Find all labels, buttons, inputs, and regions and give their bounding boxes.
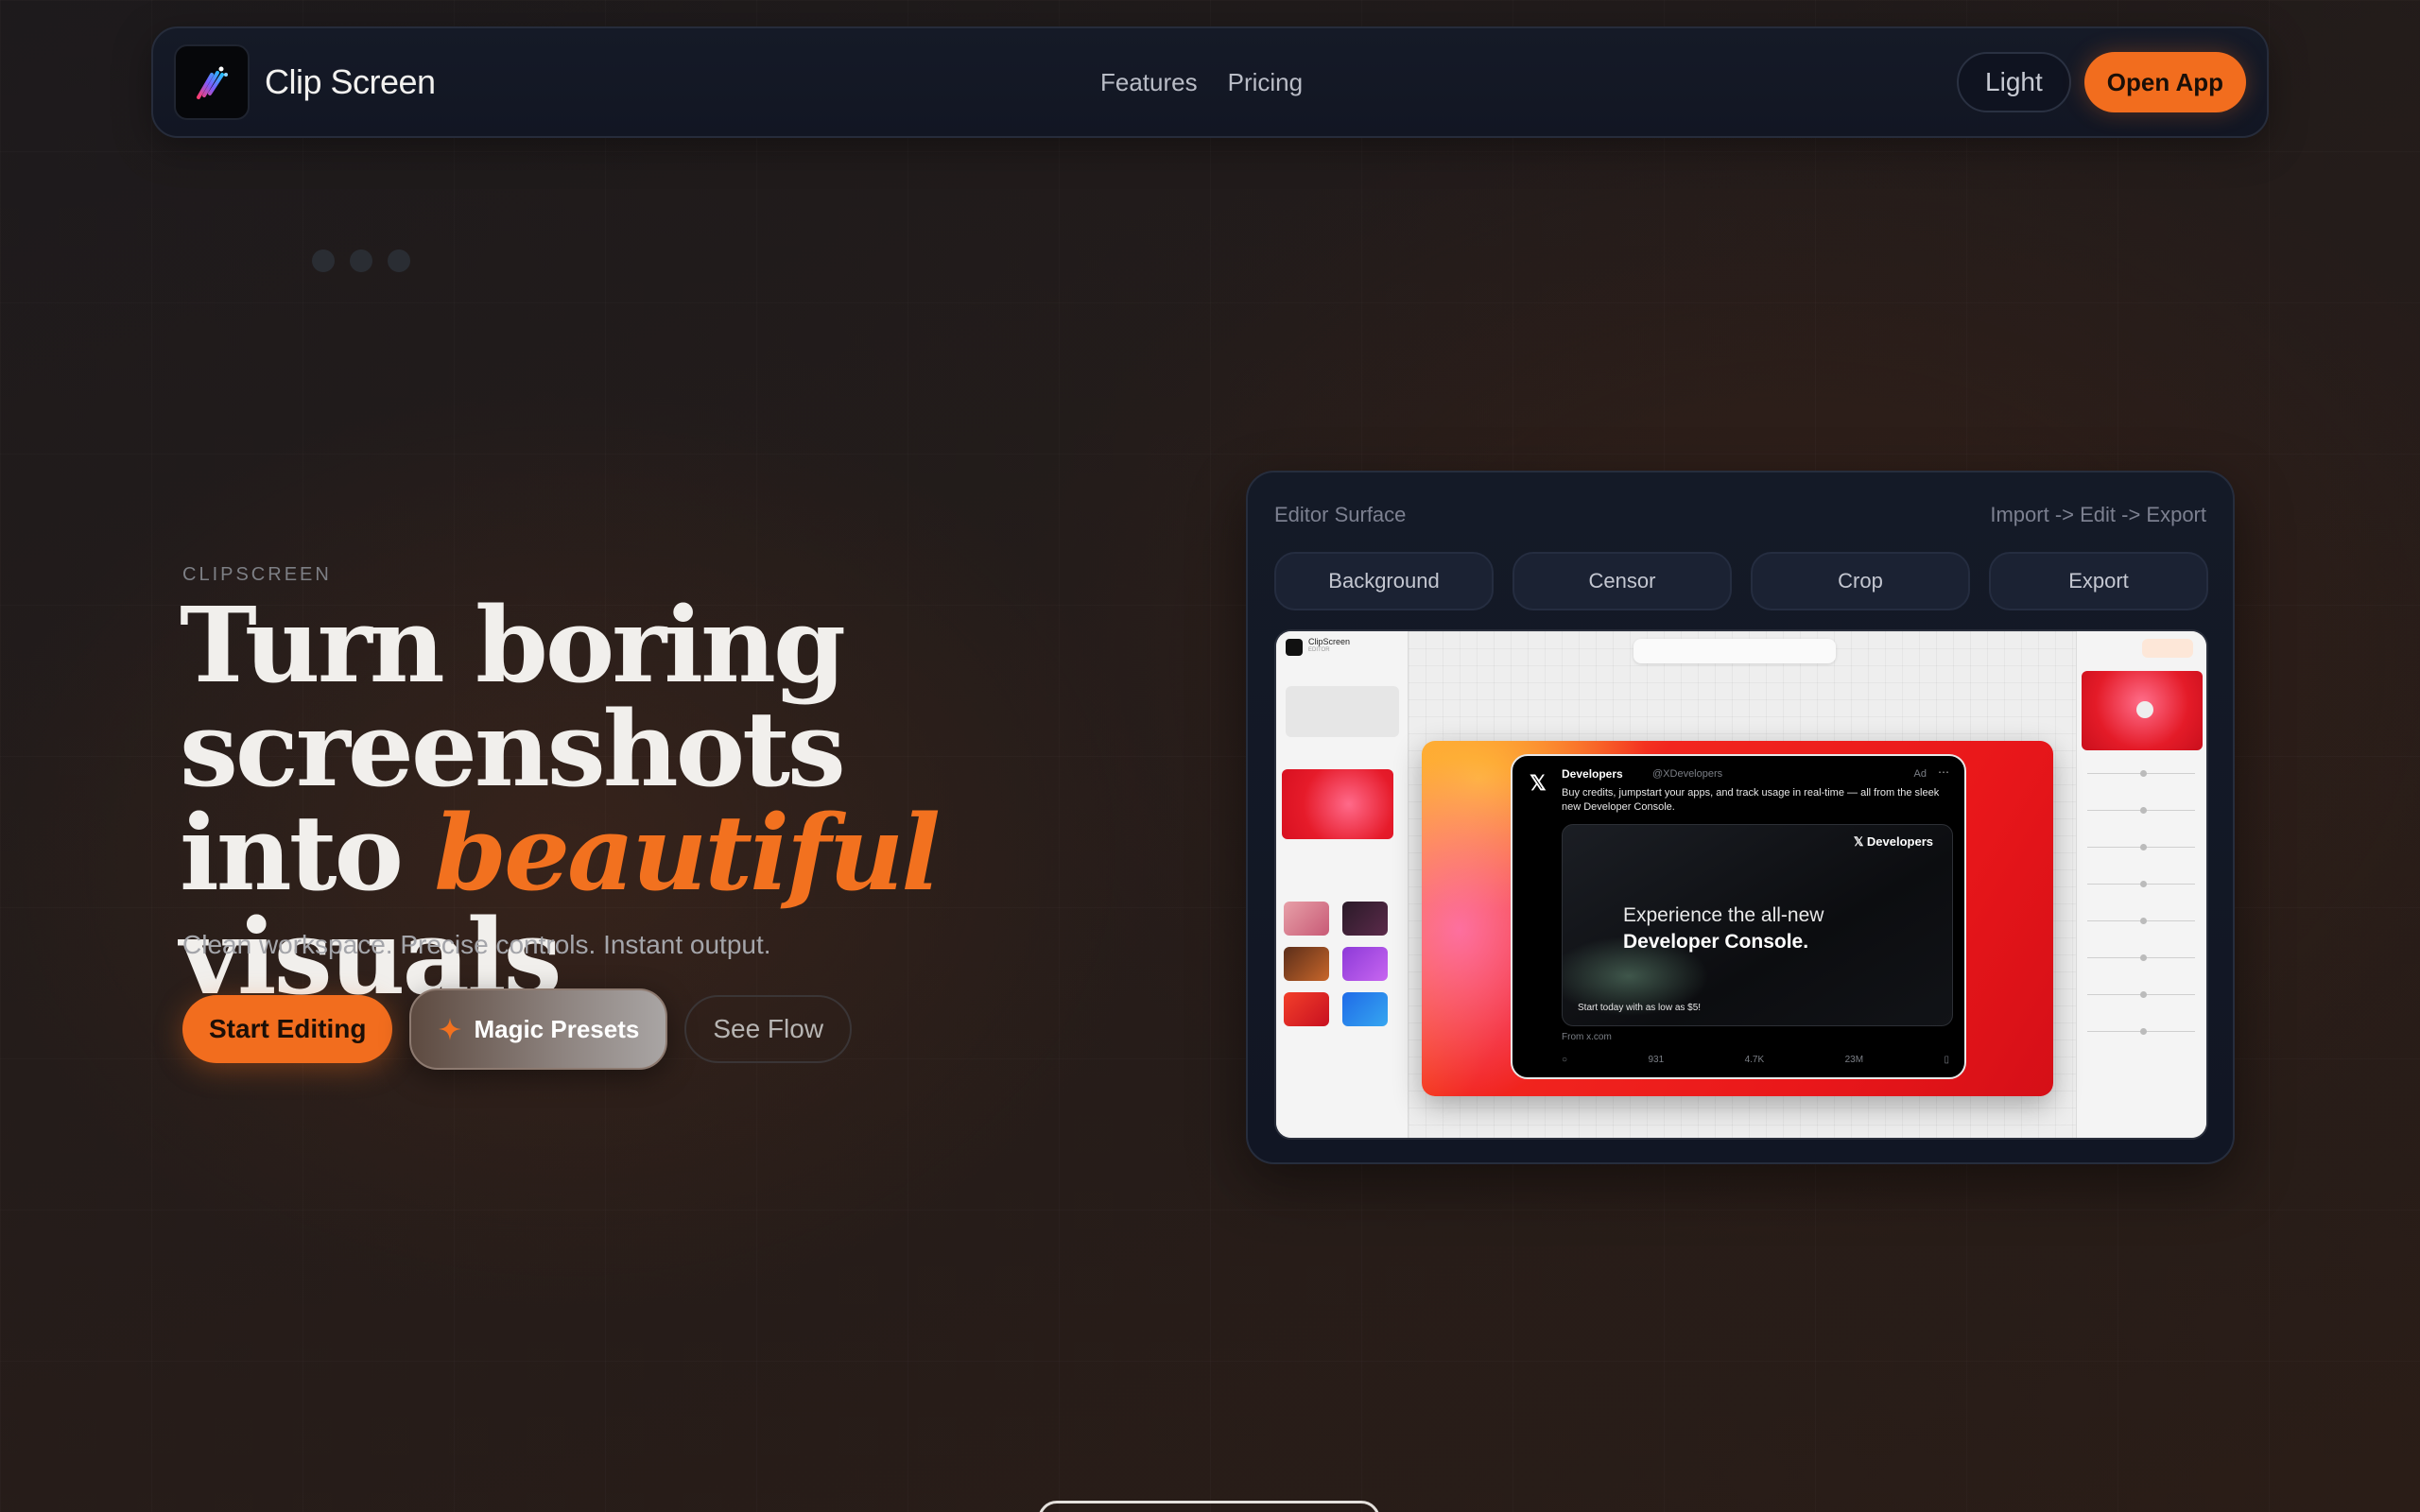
magic-presets-label: Magic Presets (474, 1014, 640, 1043)
dot (312, 249, 335, 272)
tab-background[interactable]: Background (1274, 552, 1494, 610)
hero-subtitle: Clean workspace. Precise controls. Insta… (182, 930, 771, 959)
logo-feather-icon (197, 66, 228, 99)
brand-name[interactable]: Clip Screen (265, 62, 436, 102)
nav-links: Features Pricing (1100, 28, 1303, 136)
preview-background-thumb (1282, 769, 1393, 839)
swatch (1342, 902, 1388, 936)
slider (2087, 807, 2195, 814)
tweet-text: Buy credits, jumpstart your apps, and tr… (1562, 787, 1940, 813)
tab-censor[interactable]: Censor (1512, 552, 1732, 610)
tweet-author: Developers (1562, 767, 1623, 781)
tweet-source: From x.com (1562, 1032, 1612, 1042)
reply-icon: ○ (1562, 1055, 1568, 1065)
x-logo-icon: 𝕏 (1530, 771, 1547, 795)
loading-dots (312, 249, 410, 272)
editor-tabs: Background Censor Crop Export (1274, 552, 2208, 610)
slider (2087, 881, 2195, 887)
swatch (1342, 992, 1388, 1026)
editor-preview-screenshot: ClipScreen EDITOR 𝕏 Developers @XDevelop… (1274, 629, 2208, 1140)
preview-app-sub: EDITOR (1308, 647, 1330, 653)
preview-sliders (2087, 770, 2195, 1068)
slider (2087, 991, 2195, 998)
scroll-indicator (1038, 1501, 1380, 1512)
tweet-card-brand: 𝕏 Developers (1853, 834, 1933, 849)
tweet-card-note: Start today with as low as $5! (1578, 1003, 1702, 1013)
top-nav: Clip Screen Features Pricing Light Open … (151, 26, 2269, 138)
preview-right-thumb (2082, 671, 2203, 750)
start-editing-button[interactable]: Start Editing (182, 995, 393, 1063)
swatch (1284, 902, 1329, 936)
slider (2087, 954, 2195, 961)
tweet-card-line-1: Experience the all-new (1623, 904, 1824, 926)
tweet-media-card: 𝕏 Developers Experience the all-new Deve… (1562, 824, 1953, 1026)
tweet-card: 𝕏 Developers @XDevelopers Ad ⋯ Buy credi… (1511, 754, 1966, 1079)
preview-swatches (1284, 902, 1388, 1026)
preview-artboard: 𝕏 Developers @XDevelopers Ad ⋯ Buy credi… (1422, 741, 2053, 1096)
nav-link-pricing[interactable]: Pricing (1228, 68, 1303, 97)
hero-cta-row: Start Editing Magic Presets See Flow (182, 988, 853, 1070)
preview-app-name: ClipScreen (1308, 637, 1351, 646)
tab-export[interactable]: Export (1989, 552, 2208, 610)
retweet-count: 931 (1648, 1055, 1665, 1065)
slider (2087, 918, 2195, 924)
slider (2087, 844, 2195, 850)
magic-presets-button[interactable]: Magic Presets (409, 988, 668, 1070)
dot (350, 249, 372, 272)
view-count: 23M (1844, 1055, 1864, 1065)
swatch (1284, 992, 1329, 1026)
theme-toggle-button[interactable]: Light (1957, 52, 2071, 112)
panel-title: Editor Surface (1274, 503, 1407, 526)
sparkle-icon (439, 1018, 462, 1040)
preview-right-sidebar (2076, 631, 2206, 1138)
slider (2087, 1028, 2195, 1035)
tweet-handle: @XDevelopers (1652, 768, 1723, 780)
hero-eyebrow: CLIPSCREEN (182, 564, 332, 585)
nav-actions: Light Open App (1957, 52, 2246, 112)
preview-logo (1286, 639, 1303, 656)
preview-left-sidebar: ClipScreen EDITOR (1276, 631, 1409, 1138)
brand-logo[interactable] (174, 44, 250, 120)
nav-link-features[interactable]: Features (1100, 68, 1198, 97)
swatch (1342, 947, 1388, 981)
tweet-stats: ○ 931 4.7K 23M ▯ (1562, 1055, 1949, 1065)
more-icon: ⋯ (1938, 765, 1949, 779)
tab-crop[interactable]: Crop (1751, 552, 1970, 610)
slider (2087, 770, 2195, 777)
dot (388, 249, 410, 272)
preview-export-button (2142, 639, 2193, 658)
swatch (1284, 947, 1329, 981)
bookmark-icon: ▯ (1944, 1055, 1949, 1065)
preview-dropzone (1286, 686, 1399, 737)
open-app-button[interactable]: Open App (2083, 52, 2246, 112)
tweet-ad-label: Ad (1913, 768, 1927, 780)
panel-flow: Import -> Edit -> Export (1990, 503, 2206, 526)
editor-surface-panel: Editor Surface Import -> Edit -> Export … (1246, 471, 2235, 1164)
tweet-card-line-2: Developer Console. (1623, 931, 1809, 953)
see-flow-button[interactable]: See Flow (684, 995, 853, 1063)
preview-toolbar (1634, 639, 1836, 663)
like-count: 4.7K (1744, 1055, 1765, 1065)
